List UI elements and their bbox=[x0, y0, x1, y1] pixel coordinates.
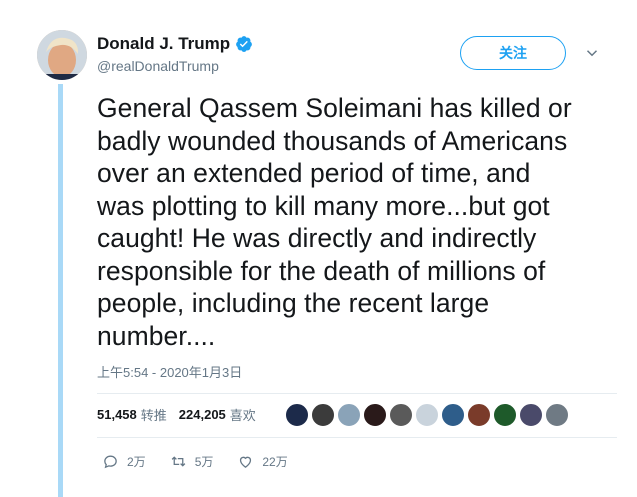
tweet-line: General Qassem Soleimani has killed or bbox=[97, 93, 572, 123]
like-label[interactable]: 喜欢 bbox=[230, 405, 256, 424]
liker-avatar[interactable] bbox=[311, 403, 335, 427]
liker-avatar[interactable] bbox=[441, 403, 465, 427]
retweet-count[interactable]: 51,458 bbox=[97, 407, 137, 422]
liker-avatar[interactable] bbox=[285, 403, 309, 427]
retweet-label[interactable]: 转推 bbox=[141, 405, 167, 424]
liker-avatar[interactable] bbox=[493, 403, 517, 427]
tweet-text: General Qassem Soleimani has killed or b… bbox=[97, 92, 617, 352]
like-button[interactable]: 22万 bbox=[237, 453, 288, 470]
liker-avatar[interactable] bbox=[519, 403, 543, 427]
thread-line bbox=[58, 84, 63, 497]
liker-avatar[interactable] bbox=[545, 403, 569, 427]
author-handle[interactable]: @realDonaldTrump bbox=[97, 58, 219, 74]
tweet-line: people, including the recent large bbox=[97, 288, 490, 318]
tweet-line: caught! He was directly and indirectly bbox=[97, 223, 537, 253]
reply-button[interactable]: 2万 bbox=[102, 453, 146, 470]
chevron-down-icon[interactable] bbox=[583, 44, 601, 62]
retweet-action-count: 5万 bbox=[194, 455, 214, 469]
liker-avatar[interactable] bbox=[389, 403, 413, 427]
tweet-actions: 2万 5万 22万 bbox=[102, 453, 312, 470]
reply-icon bbox=[104, 455, 117, 469]
divider bbox=[97, 393, 617, 394]
retweet-icon bbox=[171, 456, 186, 467]
avatar[interactable] bbox=[37, 30, 87, 80]
tweet-line: badly wounded thousands of Americans bbox=[97, 125, 568, 156]
liker-avatar[interactable] bbox=[415, 403, 439, 427]
liker-avatars bbox=[285, 403, 571, 427]
heart-icon bbox=[240, 456, 252, 468]
like-count[interactable]: 224,205 bbox=[179, 407, 226, 422]
retweet-button[interactable]: 5万 bbox=[170, 453, 214, 470]
tweet-line: was plotting to kill many more...but got bbox=[97, 190, 550, 221]
tweet-stats: 51,458 转推 224,205 喜欢 bbox=[97, 405, 268, 424]
reply-count: 2万 bbox=[127, 455, 146, 469]
divider bbox=[97, 437, 617, 438]
like-action-count: 22万 bbox=[262, 455, 288, 469]
liker-avatar[interactable] bbox=[363, 403, 387, 427]
follow-button[interactable]: 关注 bbox=[460, 36, 566, 70]
tweet-timestamp[interactable]: 上午5:54 - 2020年1月3日 bbox=[97, 362, 242, 381]
liker-avatar[interactable] bbox=[337, 403, 361, 427]
tweet-line: number.... bbox=[97, 320, 216, 351]
verified-badge-icon bbox=[236, 36, 253, 52]
tweet-line: over an extended period of time, and bbox=[97, 158, 531, 188]
author-name[interactable]: Donald J. Trump bbox=[97, 34, 230, 54]
liker-avatar[interactable] bbox=[467, 403, 491, 427]
tweet-line: responsible for the death of millions of bbox=[97, 255, 546, 286]
